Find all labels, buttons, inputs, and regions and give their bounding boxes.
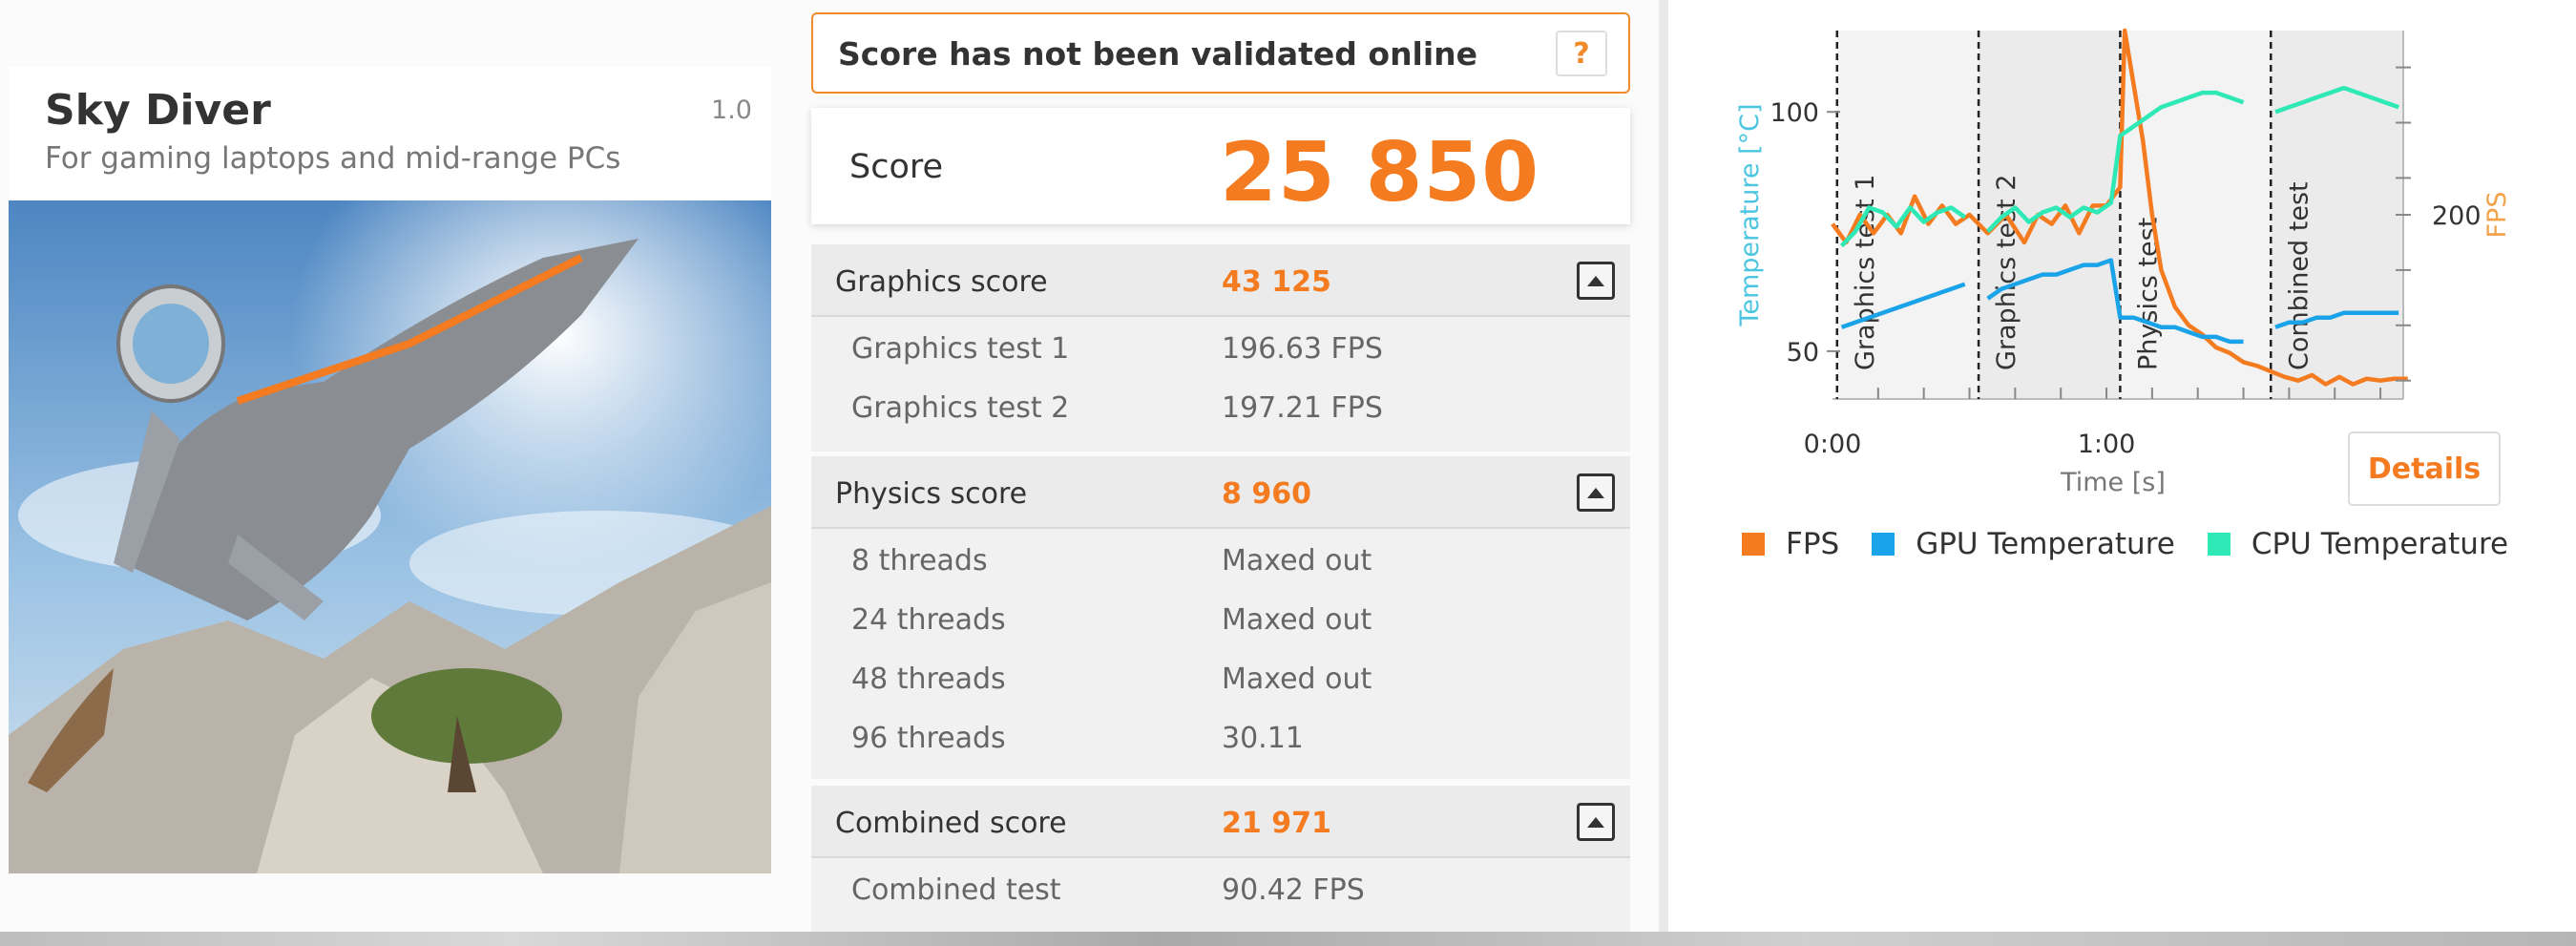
- legend-item-gpu-temperature: GPU Temperature: [1872, 527, 2175, 561]
- detail-row: Graphics test 2 197.21 FPS: [811, 376, 1630, 435]
- chart-legend: FPS GPU Temperature CPU Temperature: [1742, 525, 2541, 563]
- desktop-strip: [0, 932, 2576, 946]
- legend-swatch-gpu: [1872, 533, 1895, 556]
- row-value: 196.63 FPS: [1222, 332, 1383, 366]
- test-hero-image: [9, 200, 771, 873]
- collapse-graphics-button[interactable]: [1577, 262, 1615, 300]
- collapse-triangle-icon: [1587, 816, 1604, 828]
- help-button[interactable]: ?: [1556, 31, 1607, 76]
- row-label: 48 threads: [851, 662, 1006, 696]
- row-label: 8 threads: [851, 544, 988, 578]
- row-value: Maxed out: [1222, 544, 1372, 578]
- detail-row: Combined test 90.42 FPS: [811, 858, 1630, 917]
- detail-row: 48 threads Maxed out: [811, 647, 1630, 706]
- legend-item-cpu-temperature: CPU Temperature: [2207, 527, 2509, 561]
- combined-score-value: 21 971: [1222, 807, 1331, 840]
- legend-swatch-cpu: [2207, 533, 2230, 556]
- collapse-triangle-icon: [1587, 275, 1604, 286]
- detail-row: Graphics test 1 196.63 FPS: [811, 317, 1630, 376]
- physics-score-title: Physics score: [835, 477, 1028, 511]
- legend-label: FPS: [1786, 527, 1840, 561]
- legend-item-fps: FPS: [1742, 527, 1839, 561]
- physics-score-value: 8 960: [1222, 477, 1311, 511]
- collapse-physics-button[interactable]: [1577, 473, 1615, 512]
- detail-row: 8 threads Maxed out: [811, 529, 1630, 588]
- results-panel: Sky Diver 1.0 For gaming laptops and mid…: [0, 0, 1659, 932]
- row-value: 197.21 FPS: [1222, 391, 1383, 425]
- validation-banner: Score has not been validated online ?: [811, 12, 1630, 94]
- score-label: Score: [849, 148, 944, 186]
- collapse-triangle-icon: [1587, 487, 1604, 498]
- legend-label: CPU Temperature: [2251, 527, 2509, 561]
- test-description: For gaming laptops and mid-range PCs: [45, 141, 621, 176]
- row-value: 90.42 FPS: [1222, 873, 1365, 907]
- score-value: 25 850: [1220, 125, 1540, 221]
- combined-score-title: Combined score: [835, 807, 1067, 840]
- row-label: Combined test: [851, 873, 1061, 907]
- test-card: Sky Diver 1.0 For gaming laptops and mid…: [9, 67, 771, 873]
- row-value: Maxed out: [1222, 662, 1372, 696]
- legend-label: GPU Temperature: [1916, 527, 2175, 561]
- graphics-score-section: Graphics score 43 125 Graphics test 1 19…: [811, 244, 1630, 452]
- graphics-score-header: Graphics score 43 125: [811, 244, 1630, 317]
- row-value: Maxed out: [1222, 603, 1372, 637]
- graphics-score-value: 43 125: [1222, 265, 1331, 299]
- collapse-combined-button[interactable]: [1577, 803, 1615, 841]
- test-name: Sky Diver: [45, 86, 271, 135]
- sky-diver-illustration: [9, 200, 771, 873]
- row-value: 30.11: [1222, 722, 1304, 755]
- row-label: Graphics test 1: [851, 332, 1070, 366]
- row-label: 96 threads: [851, 722, 1006, 755]
- physics-score-header: Physics score 8 960: [811, 456, 1630, 529]
- detail-row: 24 threads Maxed out: [811, 588, 1630, 647]
- legend-swatch-fps: [1742, 533, 1765, 556]
- total-score-box: Score 25 850: [811, 108, 1630, 224]
- row-label: Graphics test 2: [851, 391, 1070, 425]
- combined-score-header: Combined score 21 971: [811, 786, 1630, 858]
- graphics-score-title: Graphics score: [835, 265, 1048, 299]
- row-label: 24 threads: [851, 603, 1006, 637]
- combined-score-section: Combined score 21 971 Combined test 90.4…: [811, 786, 1630, 932]
- physics-score-section: Physics score 8 960 8 threads Maxed out …: [811, 456, 1630, 779]
- detail-row: 96 threads 30.11: [811, 706, 1630, 766]
- details-button[interactable]: Details: [2348, 431, 2501, 506]
- test-version: 1.0: [711, 95, 752, 125]
- validation-message: Score has not been validated online: [838, 35, 1478, 73]
